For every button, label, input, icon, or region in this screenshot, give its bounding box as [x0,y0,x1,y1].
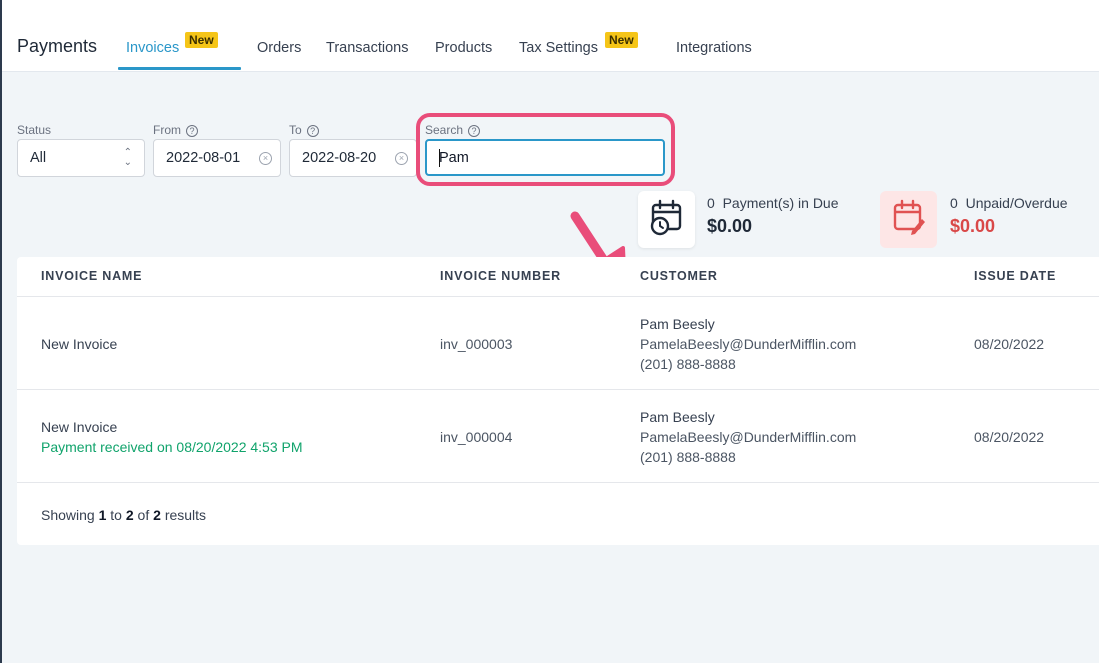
tab-orders[interactable]: Orders [257,40,301,56]
header-issue-date[interactable]: ISSUE DATE [974,269,1056,283]
search-label-text: Search [425,123,464,137]
search-input[interactable]: Pam [425,139,665,176]
help-icon[interactable]: ? [306,125,319,137]
unpaid-icon-box [880,191,937,248]
payments-due-icon-box [638,191,695,248]
summary-prefix: Showing [41,507,95,523]
help-icon[interactable]: ? [186,125,198,137]
header-invoice-number[interactable]: INVOICE NUMBER [440,269,561,283]
status-value: All [30,150,47,166]
from-label-text: From [153,123,181,137]
help-icon[interactable]: ? [468,125,481,137]
customer-name: Pam Beesly [640,316,715,332]
unpaid-label: 0 Unpaid/Overdue [950,195,1068,211]
tab-tax-settings[interactable]: Tax Settings [519,40,598,56]
app-title: Payments [17,36,98,56]
summary-from: 1 [98,507,107,523]
select-chevron-icon: ⌃ ⌄ [123,147,132,168]
pagination-summary: Showing 1 to 2 of 2 results [41,507,206,523]
text-cursor [439,149,440,167]
from-date-value: 2022-08-01 [166,150,241,166]
calendar-edit-icon [893,199,925,235]
search-value: Pam [439,150,469,166]
from-label: From? [153,123,198,137]
status-select[interactable]: All ⌃ ⌄ [17,139,145,177]
to-label: To? [289,123,319,137]
payments-due-amount: $0.00 [707,216,753,236]
tab-integrations[interactable]: Integrations [676,40,752,56]
from-date-input[interactable]: 2022-08-01 × [153,139,281,177]
to-label-text: To [289,123,302,137]
unpaid-text: Unpaid/Overdue [965,195,1068,211]
status-label: Status [17,123,52,137]
payments-due-text: Payment(s) in Due [722,195,839,211]
to-date-input[interactable]: 2022-08-20 × [289,139,417,177]
customer-email: PamelaBeesly@DunderMifflin.com [640,336,857,352]
window-edge [0,0,2,663]
divider [17,482,1099,483]
unpaid-amount: $0.00 [950,216,996,236]
invoice-name[interactable]: New Invoice [41,419,117,435]
calendar-clock-icon [650,199,682,236]
header-invoice-name[interactable]: INVOICE NAME [41,269,142,283]
search-label: Search? [425,123,481,137]
to-date-value: 2022-08-20 [302,150,377,166]
divider [17,296,1099,297]
top-navigation: Payments Invoices New Orders Transaction… [2,0,1099,72]
new-badge-tax-settings: New [605,32,638,48]
summary-total: 2 [153,507,161,523]
clear-icon[interactable]: × [259,152,272,165]
clear-icon[interactable]: × [395,152,408,165]
active-tab-indicator [118,67,241,70]
tab-transactions[interactable]: Transactions [326,40,408,56]
summary-to: 2 [125,507,134,523]
customer-phone: (201) 888-8888 [640,449,736,465]
issue-date: 08/20/2022 [974,336,1045,352]
tab-invoices[interactable]: Invoices [126,40,179,56]
summary-to-word: to [110,507,122,523]
summary-of-word: of [137,507,150,523]
invoice-number: inv_000003 [440,336,513,352]
summary-suffix: results [164,507,207,523]
invoice-number: inv_000004 [440,429,513,445]
payments-due-label: 0 Payment(s) in Due [707,195,839,211]
tab-products[interactable]: Products [435,40,492,56]
payment-status-note: Payment received on 08/20/2022 4:53 PM [41,439,303,455]
unpaid-count: 0 [950,195,958,211]
customer-phone: (201) 888-8888 [640,356,736,372]
issue-date: 08/20/2022 [974,429,1045,445]
customer-email: PamelaBeesly@DunderMifflin.com [640,429,857,445]
invoice-name[interactable]: New Invoice [41,336,117,352]
new-badge-invoices: New [185,32,218,48]
invoices-table: INVOICE NAME INVOICE NUMBER CUSTOMER ISS… [17,257,1099,545]
divider [17,389,1099,390]
customer-name: Pam Beesly [640,409,715,425]
header-customer[interactable]: CUSTOMER [640,269,718,283]
payments-due-count: 0 [707,195,715,211]
